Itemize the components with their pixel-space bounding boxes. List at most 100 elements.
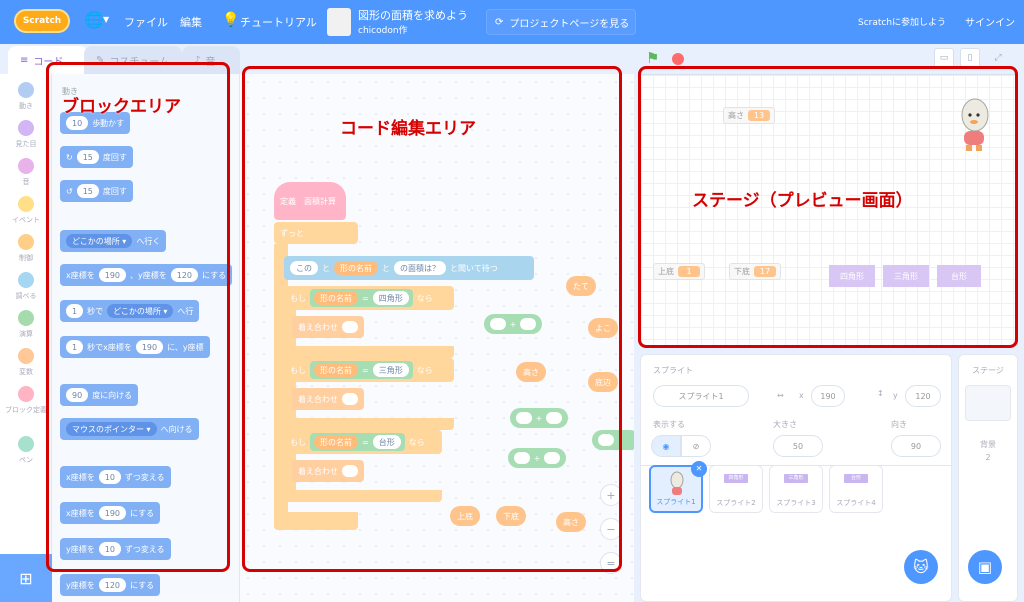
category-label: 変数 — [19, 368, 33, 376]
large-stage-icon[interactable]: ▯ — [960, 48, 980, 68]
see-project-label: プロジェクトページを見る — [509, 18, 630, 30]
backdrop-label: 背景 — [980, 440, 996, 449]
sprite-tile-name: スプライト3 — [776, 499, 816, 507]
category-label: 音 — [22, 178, 30, 186]
category-dot — [18, 310, 34, 326]
x-input[interactable]: 190 — [811, 385, 845, 407]
annotation-block-area — [46, 62, 230, 572]
sprite-thumbnail — [670, 471, 684, 495]
category-dot — [18, 234, 34, 250]
category-dot — [18, 272, 34, 288]
cat-icon: 🐱 — [913, 558, 929, 576]
category-dot — [18, 386, 34, 402]
sprite-tile-4[interactable]: 台形スプライト4 — [829, 465, 883, 513]
block-text: y座標を — [66, 580, 95, 590]
size-input[interactable]: 50 — [773, 435, 823, 457]
y-input[interactable]: 120 — [905, 385, 941, 407]
sprite-pane-title: スプライト — [653, 366, 693, 375]
hide-eye-icon[interactable]: ⊘ — [681, 435, 711, 457]
fullscreen-icon[interactable]: ⤢ — [988, 48, 1008, 68]
sprite-thumbnail: 三角形 — [784, 474, 808, 483]
annotation-label-code-area: コード編集エリア — [340, 119, 476, 139]
category-sensing[interactable]: 調べる — [0, 272, 52, 301]
sprite-thumbnail: 四角形 — [724, 474, 748, 483]
backdrop-icon: ▣ — [977, 558, 993, 576]
sprite-name-input[interactable]: スプライト1 — [653, 385, 749, 407]
stop-icon[interactable] — [672, 53, 684, 65]
category-dot — [18, 348, 34, 364]
annotation-code-area — [242, 66, 622, 572]
category-dot — [18, 158, 34, 174]
see-project-button[interactable]: ⟳ プロジェクトページを見る — [486, 9, 636, 35]
file-menu[interactable]: ファイル — [124, 14, 168, 30]
annotation-label-block-area: ブロックエリア — [62, 97, 181, 117]
chevron-down-icon[interactable]: ▼ — [103, 15, 109, 24]
block-set-y[interactable]: y座標を 120 にする — [60, 574, 161, 596]
category-dot — [18, 120, 34, 136]
x-label: x — [799, 391, 804, 400]
add-extension-button[interactable]: ⊞ — [0, 554, 52, 602]
refresh-icon: ⟳ — [495, 16, 504, 28]
tutorial-menu[interactable]: チュートリアル — [240, 14, 317, 30]
y-label: y — [893, 391, 898, 400]
globe-icon[interactable]: 🌐 — [84, 12, 104, 28]
category-dot — [18, 82, 34, 98]
category-label: 演算 — [19, 330, 33, 338]
lightbulb-icon: 💡 — [222, 12, 240, 28]
code-icon: ≡ — [20, 54, 29, 66]
block-text: にする — [130, 580, 155, 590]
show-eye-icon[interactable]: ◉ — [651, 435, 681, 457]
category-menu: 動き 見た目 音 イベント 制御 調べる 演算 変数 ブロック定義 ペン — [0, 74, 52, 554]
project-thumbnail — [327, 8, 351, 36]
show-label: 表示する — [653, 420, 685, 429]
category-label: ペン — [19, 456, 33, 464]
delete-icon[interactable]: ✕ — [691, 461, 707, 477]
category-label: イベント — [12, 216, 40, 224]
choose-backdrop-button[interactable]: ▣ — [968, 550, 1002, 584]
annotation-label-stage-area: ステージ（プレビュー画面） — [692, 191, 913, 211]
stage-pane-title: ステージ — [972, 366, 1004, 375]
category-variables[interactable]: 変数 — [0, 348, 52, 377]
y-arrows-icon: ↕ — [877, 389, 884, 398]
category-sound[interactable]: 音 — [0, 158, 52, 187]
category-label: 動き — [19, 102, 33, 110]
small-stage-icon[interactable]: ▭ — [934, 48, 954, 68]
category-control[interactable]: 制御 — [0, 234, 52, 263]
size-label: 大きさ — [773, 420, 797, 429]
green-flag-icon[interactable]: ⚑ — [646, 49, 659, 67]
sprite-thumbnail: 台形 — [844, 474, 868, 483]
block-input[interactable]: 120 — [98, 578, 127, 592]
category-motion[interactable]: 動き — [0, 82, 52, 111]
category-label: 調べる — [15, 292, 37, 300]
category-label: ブロック定義 — [5, 406, 47, 414]
sprite-tile-3[interactable]: 三角形スプライト3 — [769, 465, 823, 513]
sprite-tile-name: スプライト1 — [656, 498, 696, 506]
sprite-tile-name: スプライト4 — [836, 499, 876, 507]
scratch-editor: Scratch 🌐 ▼ ファイル 編集 💡 チュートリアル 図形の面積を求めよう… — [0, 0, 1024, 602]
backdrop-count: 2 — [985, 453, 991, 462]
category-operators[interactable]: 演算 — [0, 310, 52, 339]
edit-menu[interactable]: 編集 — [180, 14, 202, 30]
direction-label: 向き — [891, 420, 907, 429]
category-myblocks[interactable]: ブロック定義 — [0, 386, 52, 415]
category-pen[interactable]: ペン — [0, 436, 52, 465]
sprite-tile-2[interactable]: 四角形スプライト2 — [709, 465, 763, 513]
signin-link[interactable]: サインイン — [965, 14, 1015, 29]
stage-thumbnail[interactable] — [965, 385, 1011, 421]
menu-bar: Scratch 🌐 ▼ ファイル 編集 💡 チュートリアル 図形の面積を求めよう… — [0, 0, 1024, 44]
x-arrows-icon: ↔ — [777, 391, 784, 400]
direction-input[interactable]: 90 — [891, 435, 941, 457]
choose-sprite-button[interactable]: 🐱 — [904, 550, 938, 584]
category-dot — [18, 196, 34, 212]
scratch-logo[interactable]: Scratch — [14, 9, 70, 33]
join-link[interactable]: Scratchに参加しよう — [858, 15, 946, 28]
project-author: chicodon作 — [358, 26, 408, 36]
extension-icon: ⊞ — [19, 568, 33, 588]
category-label: 見た目 — [15, 140, 37, 148]
category-label: 制御 — [19, 254, 33, 262]
category-events[interactable]: イベント — [0, 196, 52, 225]
sprite-tile-1[interactable]: スプライト1 ✕ — [649, 461, 707, 513]
category-looks[interactable]: 見た目 — [0, 120, 52, 149]
project-title[interactable]: 図形の面積を求めよう — [358, 7, 468, 23]
sprite-tile-name: スプライト2 — [716, 499, 756, 507]
